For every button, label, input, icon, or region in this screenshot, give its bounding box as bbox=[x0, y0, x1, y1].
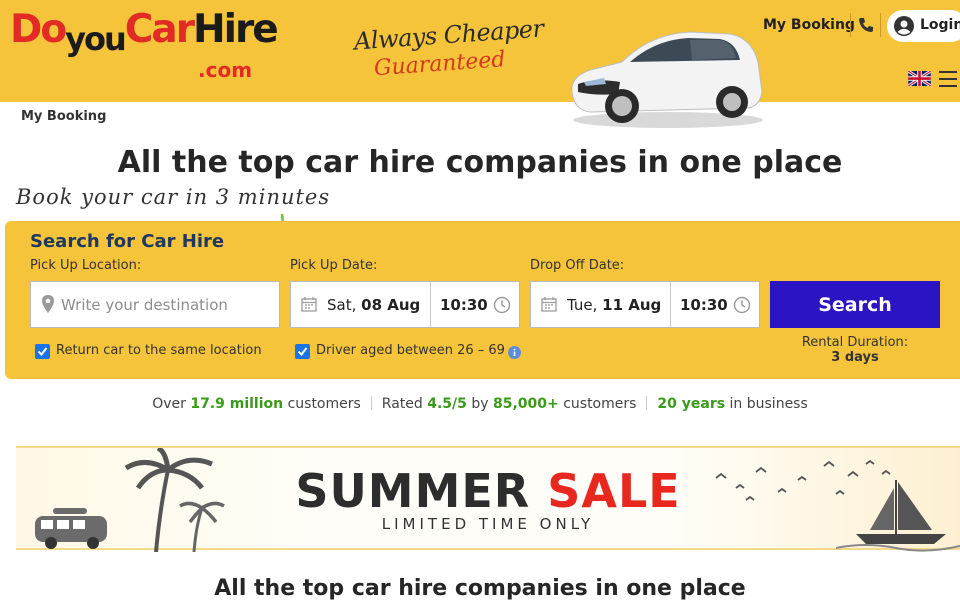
phone-icon[interactable] bbox=[858, 17, 874, 33]
hamburger-menu-icon[interactable] bbox=[939, 71, 957, 87]
driver-age-label[interactable]: Driver aged between 26 – 69 bbox=[316, 343, 505, 358]
stat-text: in business bbox=[725, 396, 808, 412]
logo-car: Car bbox=[124, 7, 195, 52]
sale-word-summer: SUMMER bbox=[295, 464, 548, 518]
stat-text: customers bbox=[283, 396, 361, 412]
dropoff-time[interactable]: 10:30 bbox=[680, 296, 728, 314]
sailboat-icon bbox=[836, 480, 960, 552]
my-booking-link[interactable]: My Booking bbox=[763, 17, 855, 33]
pickup-location-field[interactable] bbox=[30, 281, 280, 328]
login-label: Login bbox=[920, 17, 960, 33]
car-image bbox=[571, 31, 763, 128]
stat-rating: Rated 4.5/5 by 85,000+ customers bbox=[382, 396, 637, 412]
login-button[interactable]: Login bbox=[887, 10, 960, 42]
calendar-icon bbox=[301, 297, 317, 312]
stat-value: 4.5/5 bbox=[427, 396, 467, 412]
field-divider bbox=[670, 282, 671, 327]
stat-text: customers bbox=[558, 396, 637, 412]
location-pin-icon bbox=[42, 295, 54, 313]
clock-icon bbox=[733, 296, 751, 314]
stat-value: 17.9 million bbox=[190, 396, 284, 412]
pickup-location-label: Pick Up Location: bbox=[30, 258, 142, 273]
rental-duration-label: Rental Duration: bbox=[801, 335, 909, 350]
destination-input[interactable] bbox=[61, 282, 271, 327]
pickup-date-label: Pick Up Date: bbox=[290, 258, 378, 273]
dropoff-date-value: Tue, 11 Aug bbox=[567, 296, 661, 314]
logo-you: you bbox=[65, 20, 127, 58]
slogan-line1: Always Cheaper bbox=[353, 14, 545, 56]
slogan: Always Cheaper Guaranteed bbox=[353, 14, 544, 87]
header-divider bbox=[850, 13, 851, 37]
pickup-date: 08 Aug bbox=[361, 296, 421, 314]
section-heading: All the top car hire companies in one pl… bbox=[214, 576, 746, 601]
sale-word-sale: SALE bbox=[547, 464, 681, 518]
stat-divider bbox=[646, 396, 648, 410]
stat-value: 85,000+ bbox=[492, 396, 559, 412]
search-button[interactable]: Search bbox=[770, 281, 940, 328]
pickup-date-field[interactable]: Sat, 08 Aug 10:30 bbox=[290, 281, 520, 328]
same-location-label[interactable]: Return car to the same location bbox=[56, 343, 262, 358]
pickup-day: Sat, bbox=[327, 296, 357, 314]
dropoff-day: Tue, bbox=[567, 296, 598, 314]
rental-duration-value: 3 days bbox=[831, 350, 879, 365]
site-logo[interactable]: DoyouCarHire .com bbox=[10, 7, 279, 90]
stat-text: Over bbox=[152, 396, 191, 412]
stat-text: by bbox=[466, 396, 493, 412]
site-header: DoyouCarHire .com Always Cheaper Guarant… bbox=[0, 0, 960, 128]
summer-sale-banner[interactable]: SUMMER SALE LIMITED TIME ONLY bbox=[16, 446, 960, 552]
same-location-checkbox[interactable] bbox=[35, 344, 50, 359]
logo-hire: Hire bbox=[192, 7, 279, 52]
header-divider bbox=[880, 13, 881, 37]
logo-do: Do bbox=[10, 7, 67, 52]
search-panel: Search for Car Hire Pick Up Location: Pi… bbox=[5, 221, 960, 379]
stat-divider bbox=[370, 396, 372, 410]
sale-subtitle: LIMITED TIME ONLY bbox=[381, 515, 595, 533]
pickup-date-value: Sat, 08 Aug bbox=[327, 296, 420, 314]
dropoff-date-field[interactable]: Tue, 11 Aug 10:30 bbox=[530, 281, 760, 328]
page-title: All the top car hire companies in one pl… bbox=[117, 145, 843, 180]
dropoff-date-label: Drop Off Date: bbox=[530, 258, 625, 273]
driver-age-checkbox[interactable] bbox=[295, 344, 310, 359]
calendar-icon bbox=[541, 297, 557, 312]
stat-years: 20 years in business bbox=[657, 396, 807, 412]
info-icon[interactable] bbox=[508, 346, 521, 359]
stat-customers: Over 17.9 million customers bbox=[152, 396, 361, 412]
field-divider bbox=[430, 282, 431, 327]
uk-flag-icon[interactable] bbox=[908, 71, 931, 86]
trust-stats: Over 17.9 million customers Rated 4.5/5 b… bbox=[0, 396, 960, 412]
stat-text: Rated bbox=[381, 396, 428, 412]
logo-com: .com bbox=[198, 58, 253, 82]
stat-value: 20 years bbox=[657, 396, 726, 412]
clock-icon bbox=[493, 296, 511, 314]
search-title: Search for Car Hire bbox=[30, 231, 225, 252]
pickup-time[interactable]: 10:30 bbox=[440, 296, 488, 314]
user-avatar-icon bbox=[894, 16, 914, 36]
tagline: Book your car in 3 minutes bbox=[16, 185, 331, 209]
breadcrumb[interactable]: My Booking bbox=[21, 109, 106, 124]
dropoff-date: 11 Aug bbox=[602, 296, 662, 314]
